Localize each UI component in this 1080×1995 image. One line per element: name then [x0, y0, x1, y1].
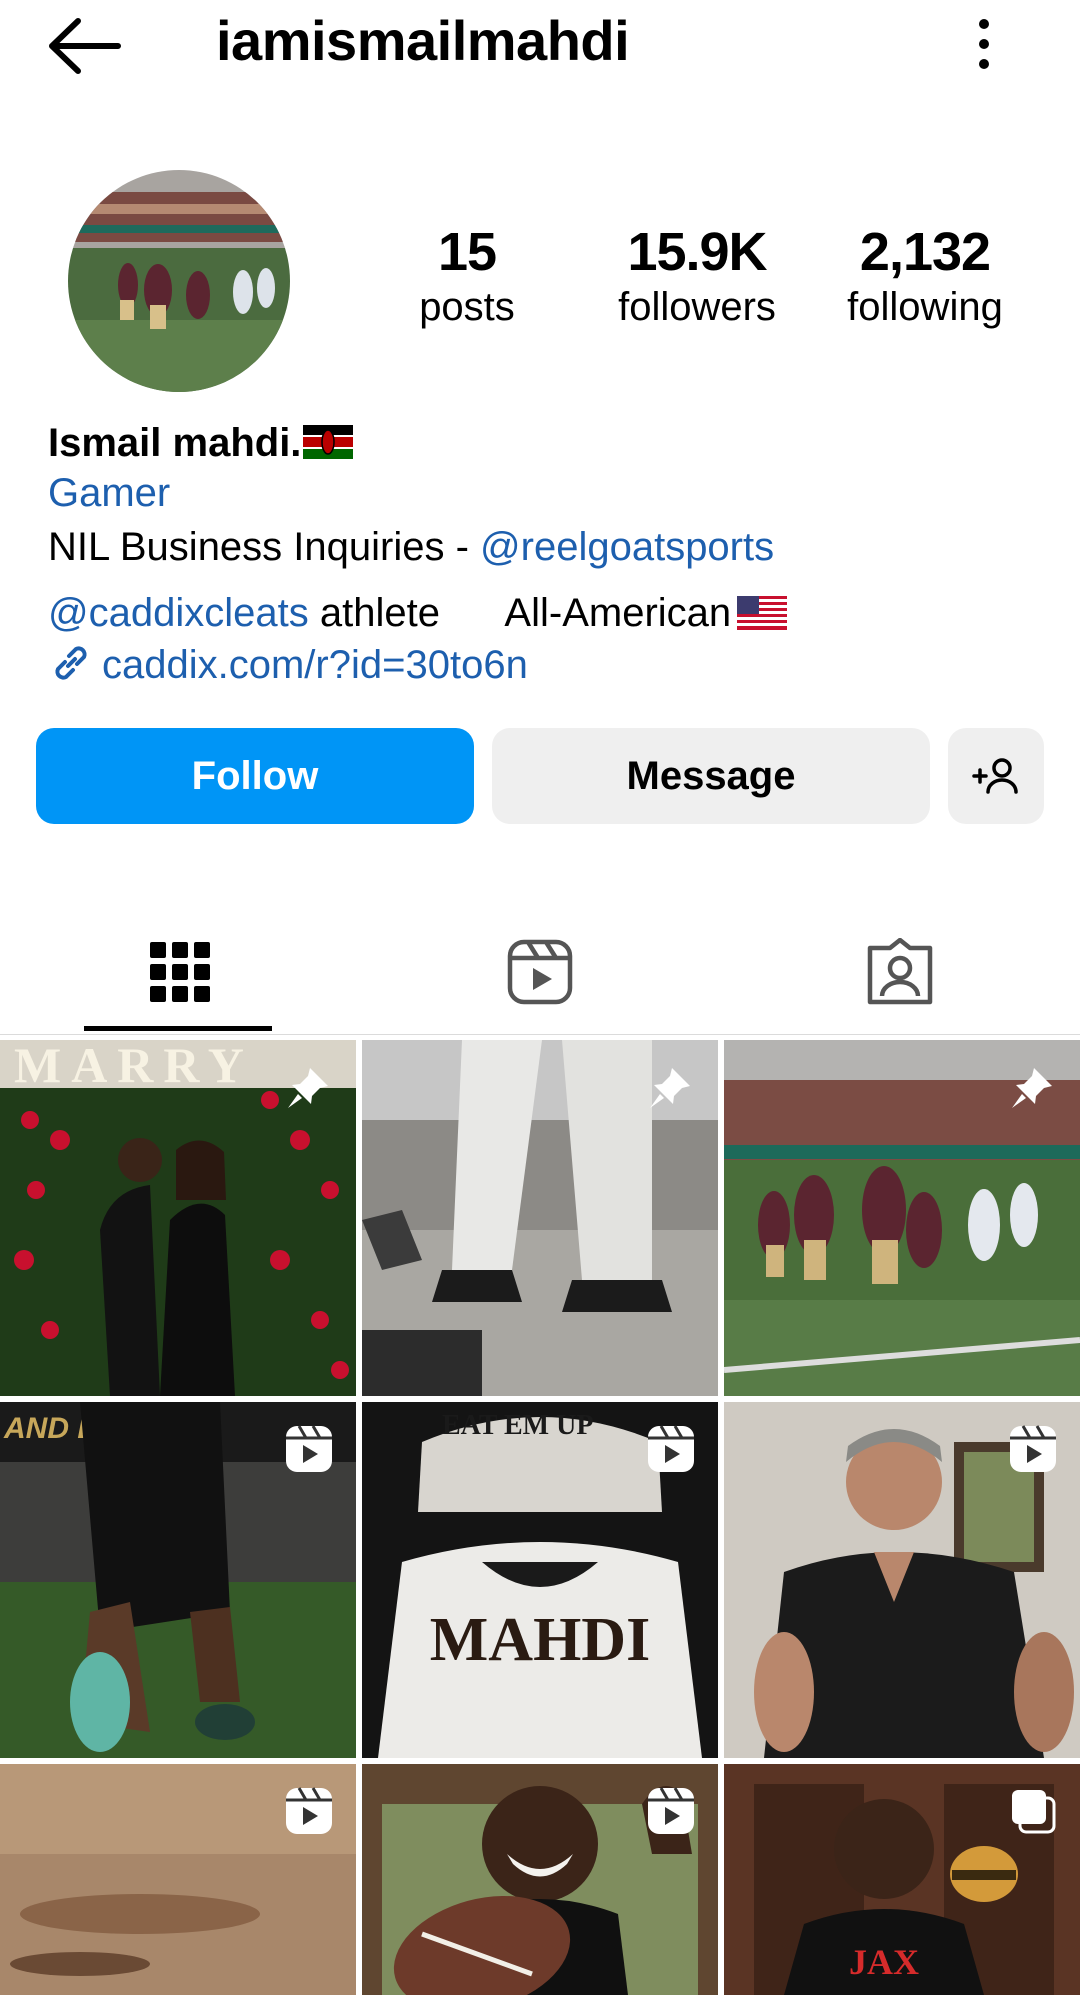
profile-tabs: [0, 910, 1080, 1034]
message-button[interactable]: Message: [492, 728, 930, 824]
reel-icon: [286, 1787, 332, 1834]
kenya-flag-icon: [303, 425, 354, 459]
following-label: following: [847, 285, 1003, 329]
bio-name-row: Ismail mahdi.: [48, 418, 354, 468]
grid-post-7[interactable]: [0, 1764, 356, 1995]
reel-icon: [1010, 1425, 1056, 1472]
following-count: 2,132: [859, 222, 991, 282]
followers-count: 15.9K: [627, 222, 767, 282]
mention-reelgoatsports[interactable]: @reelgoatsports: [480, 525, 774, 569]
add-person-icon: [972, 758, 1018, 794]
banner-marry: MARRY: [14, 1040, 254, 1093]
tagged-person-icon: [867, 938, 933, 1005]
bio-link-row[interactable]: caddix.com/r?id=30to6n: [48, 640, 528, 690]
pin-icon: [1012, 1068, 1052, 1108]
profile-avatar[interactable]: [68, 170, 290, 392]
grid-post-4[interactable]: AND E: [0, 1402, 356, 1758]
posts-count: 15: [437, 222, 497, 282]
grid-post-6[interactable]: [724, 1402, 1080, 1758]
tab-reels[interactable]: [360, 910, 720, 1034]
tab-tagged[interactable]: [720, 910, 1080, 1034]
top-bar: iamismailmahdi: [0, 0, 1080, 90]
bio-line-1: NIL Business Inquiries - @reelgoatsports: [48, 522, 774, 572]
grid-post-9[interactable]: JAX: [724, 1764, 1080, 1995]
pin-icon: [650, 1068, 690, 1108]
reel-icon: [648, 1425, 694, 1472]
grid-icon: [150, 942, 210, 1002]
profile-category[interactable]: Gamer: [48, 468, 170, 518]
stat-following[interactable]: 2,132 following: [825, 222, 1025, 332]
link-icon: [55, 646, 87, 680]
stat-followers[interactable]: 15.9K followers: [597, 222, 797, 332]
grid-post-2[interactable]: [362, 1040, 718, 1396]
profile-username: iamismailmahdi: [216, 9, 630, 72]
reel-icon: [648, 1787, 694, 1834]
follow-button[interactable]: Follow: [36, 728, 474, 824]
tab-posts[interactable]: [0, 910, 360, 1034]
bio-line-1-text: NIL Business Inquiries -: [48, 525, 481, 569]
carousel-icon: [1012, 1790, 1056, 1834]
shirt-text: JAX: [849, 1942, 919, 1982]
more-options-button[interactable]: [960, 14, 1008, 78]
posts-label: posts: [419, 285, 515, 329]
grid-post-3[interactable]: [724, 1040, 1080, 1396]
arrow-left-icon: [49, 18, 121, 74]
helmet-text: EAT EM UP: [442, 1410, 593, 1441]
reels-icon: [507, 939, 573, 1005]
us-flag-icon: [737, 596, 788, 630]
mention-caddixcleats[interactable]: @caddixcleats: [48, 591, 309, 635]
display-name: Ismail mahdi.: [48, 421, 302, 465]
grid-post-1[interactable]: MARRY: [0, 1040, 356, 1396]
grid-post-5[interactable]: EAT EM UP MAHDI: [362, 1402, 718, 1758]
jersey-name: MAHDI: [430, 1606, 650, 1674]
back-button[interactable]: [40, 14, 130, 78]
pin-icon: [288, 1068, 328, 1108]
grid-post-8[interactable]: [362, 1764, 718, 1995]
bio-line-2: @caddixcleats athlete All-American: [48, 588, 788, 638]
suggest-user-button[interactable]: [948, 728, 1044, 824]
more-vertical-icon: [979, 19, 989, 69]
followers-label: followers: [618, 285, 776, 329]
tabs-divider: [0, 1034, 1080, 1035]
bio-line-2-text: athlete All-American: [308, 591, 732, 635]
active-tab-indicator: [84, 1026, 272, 1031]
stat-posts[interactable]: 15 posts: [367, 222, 567, 332]
bio-link[interactable]: caddix.com/r?id=30to6n: [102, 643, 528, 687]
reel-icon: [286, 1425, 332, 1472]
